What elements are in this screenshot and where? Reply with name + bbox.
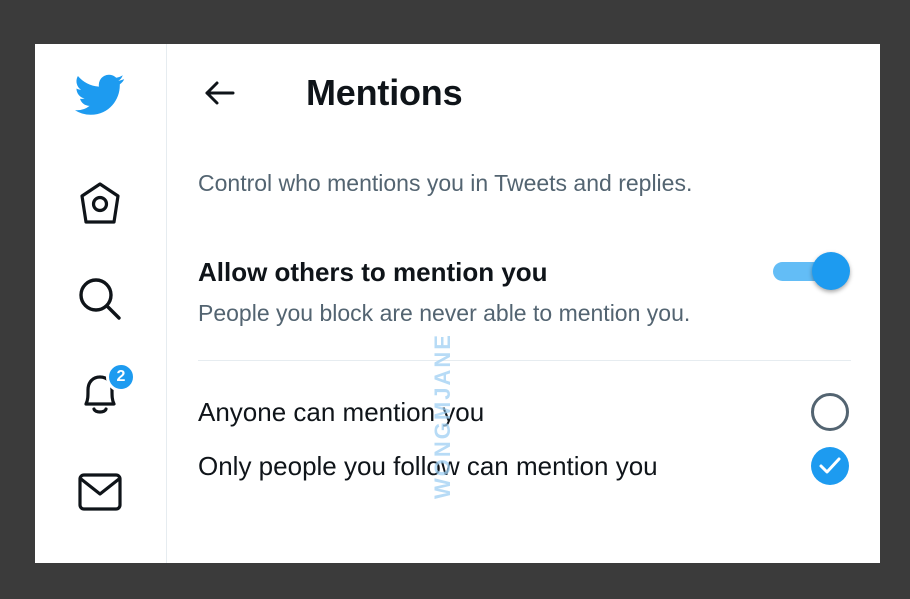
allow-mentions-label: Allow others to mention you (198, 257, 548, 287)
sidebar-item-search[interactable] (75, 274, 125, 324)
sidebar-item-home[interactable] (75, 178, 125, 228)
page-description: Control who mentions you in Tweets and r… (198, 170, 693, 196)
toggle-knob (812, 252, 850, 290)
twitter-bird-icon (75, 74, 125, 115)
mail-icon (78, 473, 122, 511)
watermark: WONGMJANE (430, 333, 455, 500)
search-icon (79, 278, 121, 320)
home-icon (80, 182, 120, 224)
allow-mentions-toggle[interactable] (772, 251, 852, 291)
option-anyone-radio[interactable] (811, 393, 849, 431)
check-icon (819, 457, 841, 474)
twitter-logo[interactable] (75, 70, 125, 120)
settings-window: 2 Mentions Control who mentions you in T… (35, 44, 880, 563)
back-button[interactable] (203, 77, 235, 109)
page-title: Mentions (306, 72, 463, 113)
notification-badge: 2 (106, 362, 136, 392)
sidebar-item-messages[interactable] (75, 467, 125, 517)
sidebar-item-notifications[interactable]: 2 (75, 362, 136, 419)
option-following-radio[interactable] (811, 447, 849, 485)
divider (198, 360, 851, 361)
option-following-label[interactable]: Only people you follow can mention you (198, 451, 658, 482)
arrow-left-icon (205, 81, 235, 105)
main-panel: Mentions Control who mentions you in Twe… (167, 44, 880, 563)
sidebar: 2 (35, 44, 167, 563)
